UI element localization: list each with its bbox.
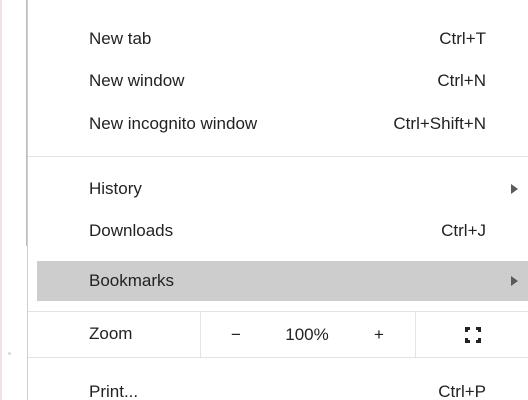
menu-item-shortcut: Ctrl+J: [441, 221, 486, 240]
menu-item-label: History: [89, 179, 142, 198]
menu-item-label: New tab: [89, 29, 152, 48]
chrome-main-menu: New tab Ctrl+T New window Ctrl+N New inc…: [27, 0, 528, 400]
zoom-in-label: +: [374, 324, 384, 344]
menu-item-new-incognito-window[interactable]: New incognito window Ctrl+Shift+N: [28, 104, 528, 144]
background-dot: [8, 352, 11, 355]
background-edge: [0, 0, 2, 400]
zoom-out-label: −: [231, 324, 241, 344]
menu-item-shortcut: Ctrl+Shift+N: [393, 114, 486, 133]
menu-separator: [28, 357, 528, 358]
menu-item-bookmarks[interactable]: Bookmarks: [37, 261, 528, 301]
zoom-in-button[interactable]: +: [343, 312, 415, 357]
menu-item-label: New incognito window: [89, 114, 258, 133]
menu-item-label: New window: [89, 71, 185, 90]
menu-item-downloads[interactable]: Downloads Ctrl+J: [28, 211, 528, 251]
chevron-right-icon: [511, 276, 518, 286]
fullscreen-icon: [464, 326, 481, 343]
zoom-level-value: 100%: [285, 324, 329, 344]
background-page: [0, 0, 26, 400]
menu-item-shortcut: Ctrl+P: [438, 382, 486, 400]
fullscreen-button[interactable]: [415, 312, 528, 357]
zoom-label: Zoom: [89, 324, 133, 343]
menu-item-label: Bookmarks: [89, 271, 175, 290]
zoom-out-button[interactable]: −: [200, 312, 271, 357]
zoom-level: 100%: [271, 312, 343, 357]
menu-item-new-tab[interactable]: New tab Ctrl+T: [28, 19, 528, 59]
menu-item-print[interactable]: Print... Ctrl+P: [28, 372, 528, 400]
menu-item-new-window[interactable]: New window Ctrl+N: [28, 61, 528, 101]
menu-item-history[interactable]: History: [28, 169, 528, 209]
zoom-row: Zoom − 100% +: [28, 312, 528, 357]
screen: New tab Ctrl+T New window Ctrl+N New inc…: [0, 0, 528, 400]
chevron-right-icon: [511, 184, 518, 194]
menu-item-label: Downloads: [89, 221, 174, 240]
menu-item-shortcut: Ctrl+N: [437, 71, 486, 90]
menu-item-label: Print...: [89, 382, 139, 400]
menu-item-shortcut: Ctrl+T: [439, 29, 486, 48]
menu-separator: [28, 156, 528, 157]
